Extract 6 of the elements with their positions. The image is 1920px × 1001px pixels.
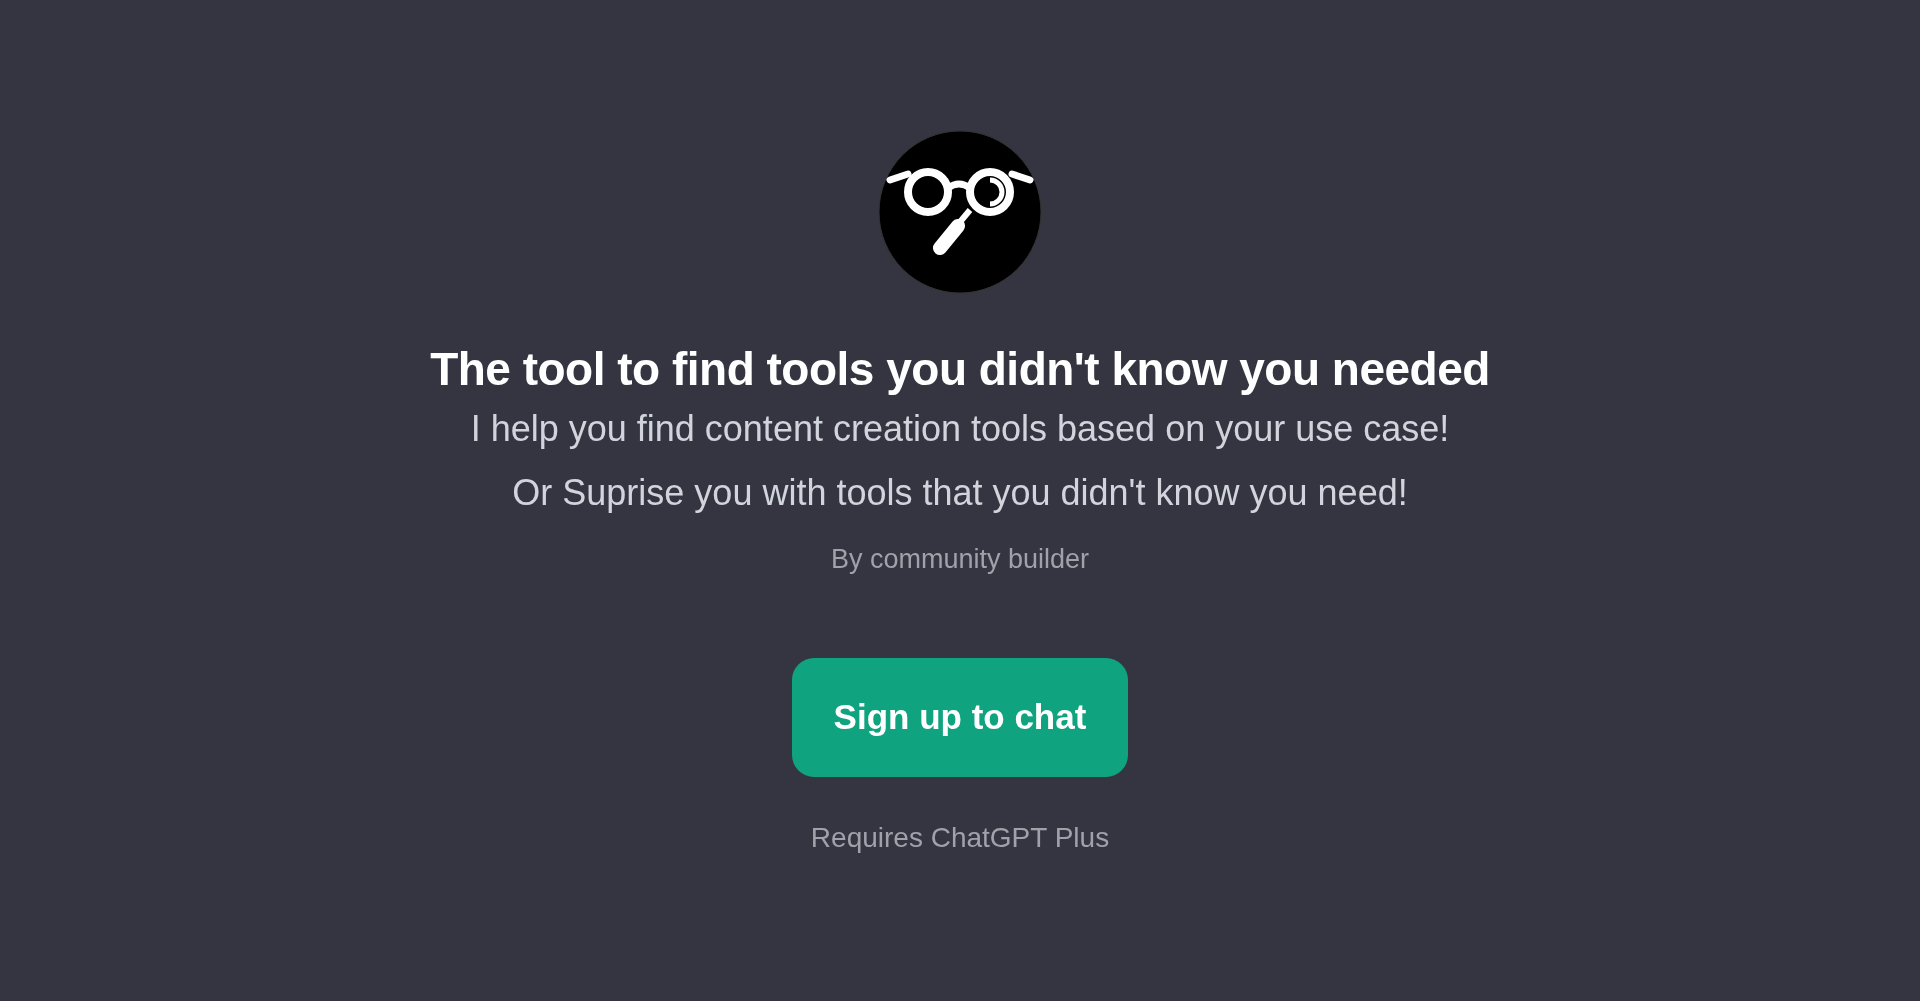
page-title: The tool to find tools you didn't know you needed — [430, 342, 1490, 397]
logo-icon — [878, 130, 1042, 294]
description: I help you find content creation tools based on your use case! Or Suprise you with tools that you didn't know you need! — [470, 407, 1450, 516]
requirement-note: Requires ChatGPT Plus — [810, 820, 1110, 855]
sign-up-button[interactable]: Sign up to chat — [792, 657, 1128, 777]
author-text: By community builder — [830, 543, 1090, 577]
